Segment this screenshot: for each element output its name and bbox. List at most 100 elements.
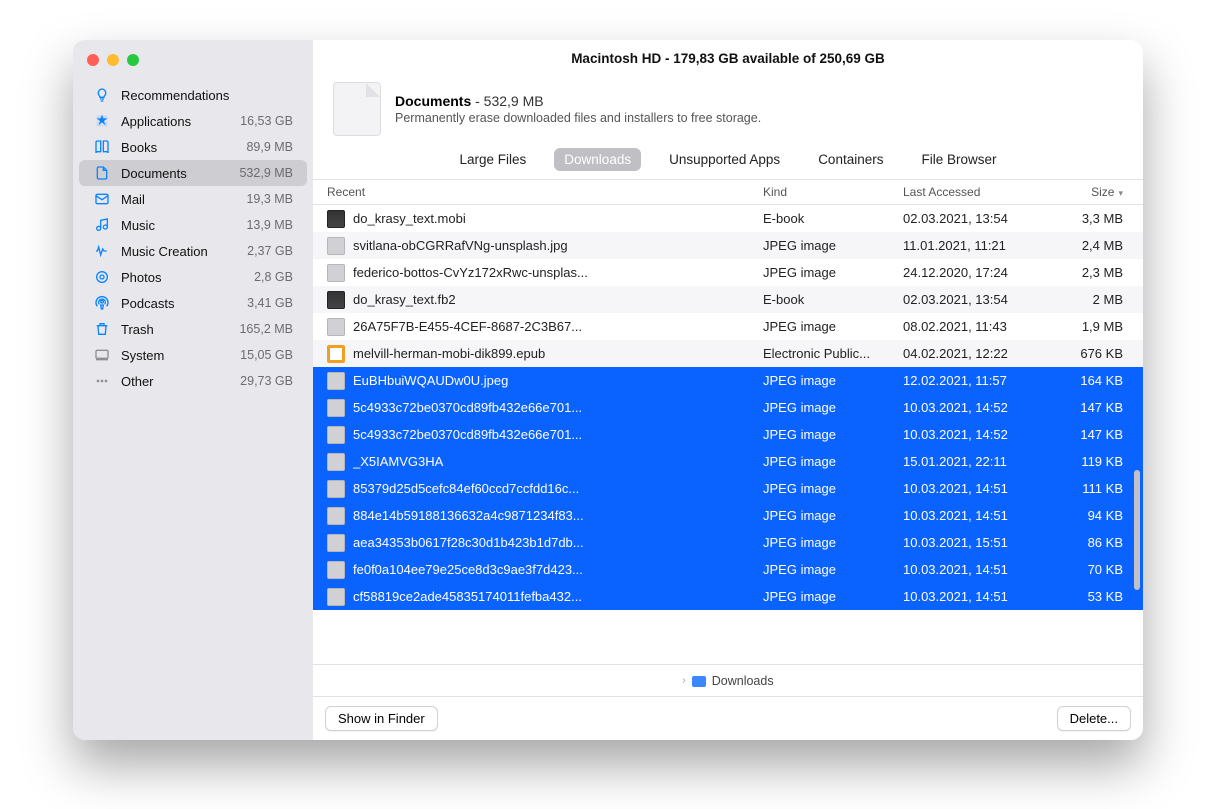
tab-downloads[interactable]: Downloads [554, 148, 641, 171]
sidebar-item-books[interactable]: Books 89,9 MB [79, 134, 307, 160]
doc-icon [93, 165, 111, 181]
sidebar-item-size: 2,8 GB [254, 270, 293, 284]
sidebar-item-photos[interactable]: Photos 2,8 GB [79, 264, 307, 290]
tab-file-browser[interactable]: File Browser [911, 148, 1006, 171]
tab-large-files[interactable]: Large Files [450, 148, 537, 171]
sidebar-item-size: 16,53 GB [240, 114, 293, 128]
delete-button[interactable]: Delete... [1057, 706, 1131, 731]
file-thumb-icon [327, 588, 345, 606]
file-kind: JPEG image [763, 265, 903, 280]
file-row[interactable]: cf58819ce2ade45835174011fefba432...JPEG … [313, 583, 1143, 610]
category-header: Documents - 532,9 MB Permanently erase d… [313, 76, 1143, 146]
file-row[interactable]: 5c4933c72be0370cd89fb432e66e701...JPEG i… [313, 394, 1143, 421]
file-row[interactable]: svitlana-obCGRRafVNg-unsplash.jpgJPEG im… [313, 232, 1143, 259]
file-kind: JPEG image [763, 535, 903, 550]
file-row[interactable]: EuBHbuiWQAUDw0U.jpegJPEG image12.02.2021… [313, 367, 1143, 394]
file-size: 1,9 MB [1053, 319, 1133, 334]
chevron-right-icon: › [682, 675, 685, 686]
trash-icon [93, 321, 111, 337]
file-row[interactable]: aea34353b0617f28c30d1b423b1d7db...JPEG i… [313, 529, 1143, 556]
file-name: federico-bottos-CvYz172xRwc-unsplas... [353, 265, 763, 280]
sidebar-item-music[interactable]: Music13,9 MB [79, 212, 307, 238]
col-date[interactable]: Last Accessed [903, 185, 1053, 199]
file-row[interactable]: do_krasy_text.fb2E-book02.03.2021, 13:54… [313, 286, 1143, 313]
col-kind[interactable]: Kind [763, 185, 903, 199]
file-thumb-icon [327, 210, 345, 228]
sidebar-item-label: Trash [121, 322, 229, 337]
file-size: 147 KB [1053, 400, 1133, 415]
sidebar-item-label: Applications [121, 114, 230, 129]
sidebar-item-label: Music [121, 218, 236, 233]
sidebar-item-size: 89,9 MB [246, 140, 293, 154]
file-name: cf58819ce2ade45835174011fefba432... [353, 589, 763, 604]
sidebar-item-label: Books [121, 140, 236, 155]
sidebar-item-size: 2,37 GB [247, 244, 293, 258]
sidebar-item-label: Mail [121, 192, 236, 207]
show-in-finder-button[interactable]: Show in Finder [325, 706, 438, 731]
sidebar-item-trash[interactable]: Trash 165,2 MB [79, 316, 307, 342]
sidebar-item-size: 165,2 MB [239, 322, 293, 336]
category-title: Documents - 532,9 MB [395, 93, 761, 109]
file-date: 10.03.2021, 14:51 [903, 589, 1053, 604]
col-name[interactable]: Recent [327, 185, 763, 199]
category-subtitle: Permanently erase downloaded files and i… [395, 111, 761, 125]
file-row[interactable]: _X5IAMVG3HAJPEG image15.01.2021, 22:1111… [313, 448, 1143, 475]
close-icon[interactable] [87, 54, 99, 66]
minimize-icon[interactable] [107, 54, 119, 66]
file-kind: Electronic Public... [763, 346, 903, 361]
scrollbar-thumb[interactable] [1134, 470, 1140, 590]
file-row[interactable]: fe0f0a104ee79e25ce8d3c9ae3f7d423...JPEG … [313, 556, 1143, 583]
sidebar-item-podcasts[interactable]: Podcasts3,41 GB [79, 290, 307, 316]
file-kind: JPEG image [763, 238, 903, 253]
file-date: 11.01.2021, 11:21 [903, 238, 1053, 253]
file-row[interactable]: do_krasy_text.mobiE-book02.03.2021, 13:5… [313, 205, 1143, 232]
file-row[interactable]: 884e14b59188136632a4c9871234f83...JPEG i… [313, 502, 1143, 529]
sidebar-item-applications[interactable]: Applications 16,53 GB [79, 108, 307, 134]
file-kind: JPEG image [763, 373, 903, 388]
file-kind: E-book [763, 292, 903, 307]
book-icon [93, 139, 111, 155]
sidebar-item-recommendations[interactable]: Recommendations [79, 82, 307, 108]
sidebar-item-size: 19,3 MB [246, 192, 293, 206]
file-name: 884e14b59188136632a4c9871234f83... [353, 508, 763, 523]
sidebar-item-music-creation[interactable]: Music Creation2,37 GB [79, 238, 307, 264]
file-kind: JPEG image [763, 319, 903, 334]
zoom-icon[interactable] [127, 54, 139, 66]
sort-desc-icon: ▾ [1118, 188, 1123, 198]
sidebar-item-label: Photos [121, 270, 244, 285]
file-name: melvill-herman-mobi-dik899.epub [353, 346, 763, 361]
file-thumb-icon [327, 426, 345, 444]
file-name: aea34353b0617f28c30d1b423b1d7db... [353, 535, 763, 550]
file-size: 119 KB [1053, 454, 1133, 469]
file-name: svitlana-obCGRRafVNg-unsplash.jpg [353, 238, 763, 253]
file-row[interactable]: 26A75F7B-E455-4CEF-8687-2C3B67...JPEG im… [313, 313, 1143, 340]
tab-unsupported-apps[interactable]: Unsupported Apps [659, 148, 790, 171]
sidebar: Recommendations Applications 16,53 GB Books… [73, 40, 313, 740]
apps-icon [93, 113, 111, 129]
sidebar-item-mail[interactable]: Mail 19,3 MB [79, 186, 307, 212]
file-thumb-icon [327, 318, 345, 336]
sidebar-item-documents[interactable]: Documents532,9 MB [79, 160, 307, 186]
sidebar-item-size: 532,9 MB [239, 166, 293, 180]
file-thumb-icon [327, 453, 345, 471]
sidebar-item-label: Podcasts [121, 296, 237, 311]
file-date: 24.12.2020, 17:24 [903, 265, 1053, 280]
file-size: 86 KB [1053, 535, 1133, 550]
file-thumb-icon [327, 264, 345, 282]
file-row[interactable]: 5c4933c72be0370cd89fb432e66e701...JPEG i… [313, 421, 1143, 448]
file-row[interactable]: federico-bottos-CvYz172xRwc-unsplas...JP… [313, 259, 1143, 286]
content-area: Macintosh HD - 179,83 GB available of 25… [313, 40, 1143, 740]
path-segment[interactable]: Downloads [712, 674, 774, 688]
sidebar-item-other[interactable]: Other29,73 GB [79, 368, 307, 394]
file-thumb-icon [327, 237, 345, 255]
file-size: 2,3 MB [1053, 265, 1133, 280]
traffic-lights [87, 54, 139, 66]
file-row[interactable]: 85379d25d5cefc84ef60ccd7ccfdd16c...JPEG … [313, 475, 1143, 502]
tab-containers[interactable]: Containers [808, 148, 893, 171]
file-size: 3,3 MB [1053, 211, 1133, 226]
sidebar-item-system[interactable]: System15,05 GB [79, 342, 307, 368]
file-size: 2 MB [1053, 292, 1133, 307]
storage-window: Recommendations Applications 16,53 GB Books… [73, 40, 1143, 740]
file-row[interactable]: melvill-herman-mobi-dik899.epubElectroni… [313, 340, 1143, 367]
col-size[interactable]: Size▾ [1053, 185, 1133, 199]
